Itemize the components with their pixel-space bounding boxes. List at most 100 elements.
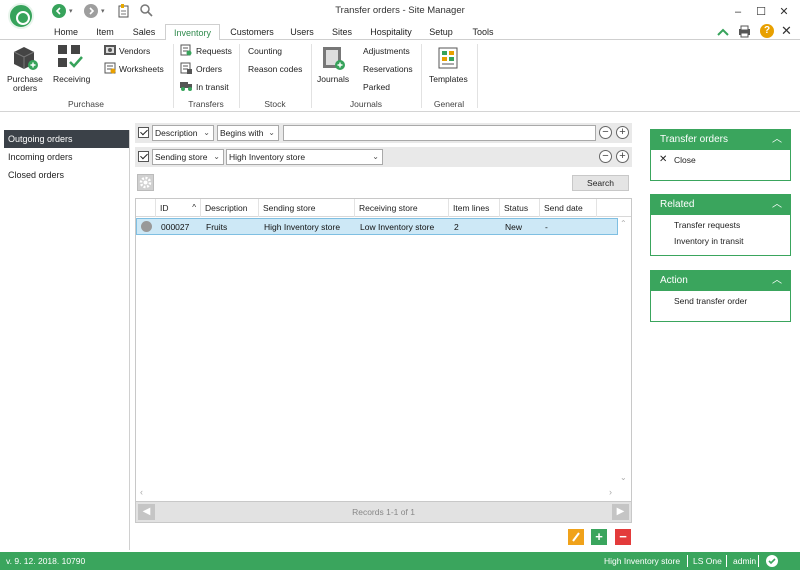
edit-button[interactable] [568, 529, 584, 545]
tab-customers[interactable]: Customers [228, 24, 276, 40]
journals-button-label[interactable]: Journals [317, 74, 349, 84]
scroll-up-icon[interactable]: ⌃ [620, 219, 627, 228]
orders-icon[interactable] [180, 62, 192, 74]
templates-icon[interactable] [436, 45, 462, 71]
tab-setup[interactable]: Setup [426, 24, 456, 40]
column-header-item-lines[interactable]: Item lines [449, 199, 500, 217]
column-header-sending-store[interactable]: Sending store [259, 199, 355, 217]
worksheets-label[interactable]: Worksheets [119, 64, 164, 74]
scroll-left-icon[interactable]: ‹ [140, 487, 143, 497]
filter-row-description: Description ⌄ Begins with ⌄ − + [135, 123, 632, 143]
tab-tools[interactable]: Tools [468, 24, 498, 40]
chevron-up-icon[interactable]: ︿ [772, 130, 782, 150]
add-filter-2-icon[interactable]: + [616, 150, 629, 163]
transfer-orders-panel-header[interactable]: Transfer orders ︿ [651, 130, 790, 150]
tab-item[interactable]: Item [93, 24, 117, 40]
column-header-status[interactable]: Status [500, 199, 540, 217]
parked-label[interactable]: Parked [363, 82, 390, 92]
tab-home[interactable]: Home [52, 24, 80, 40]
horizontal-scrollbar[interactable]: ‹ › [136, 486, 618, 500]
journals-icon[interactable] [320, 45, 346, 71]
table-row[interactable]: 000027 Fruits High Inventory store Low I… [136, 218, 618, 235]
in-transit-icon[interactable] [180, 80, 193, 92]
group-general-label: General [433, 99, 465, 109]
maximize-button[interactable]: ☐ [751, 3, 771, 21]
column-header-receiving-store[interactable]: Receiving store [355, 199, 449, 217]
help-icon[interactable]: ? [760, 24, 774, 38]
vendors-label[interactable]: Vendors [119, 46, 150, 56]
print-icon[interactable] [738, 25, 751, 38]
purchase-orders-icon[interactable] [12, 45, 38, 71]
counting-label[interactable]: Counting [248, 46, 282, 56]
filter-1-value-input[interactable] [283, 125, 596, 141]
requests-label[interactable]: Requests [196, 46, 232, 56]
records-count: Records 1-1 of 1 [352, 507, 415, 517]
next-page-icon[interactable]: ▶ [612, 504, 629, 520]
tab-users[interactable]: Users [287, 24, 317, 40]
column-header-id[interactable]: ID ^ [156, 199, 201, 217]
action-panel: Action ︿ Send transfer order [650, 270, 791, 322]
filter-1-checkbox[interactable] [138, 127, 149, 138]
status-user: admin [733, 556, 757, 566]
inventory-in-transit-link[interactable]: Inventory in transit [651, 233, 790, 249]
tab-hospitality[interactable]: Hospitality [367, 24, 415, 40]
row-indicator-icon [141, 221, 152, 232]
add-button[interactable]: + [591, 529, 607, 545]
tab-sites[interactable]: Sites [328, 24, 356, 40]
action-panel-title: Action [660, 275, 688, 286]
templates-label[interactable]: Templates [429, 74, 468, 84]
send-transfer-order-link[interactable]: Send transfer order [651, 293, 790, 309]
version-label: v. 9. 12. 2018. 10790 [6, 556, 86, 566]
window-title: Transfer orders - Site Manager [335, 5, 465, 16]
receiving-label[interactable]: Receiving [53, 74, 90, 84]
app-logo-icon[interactable] [8, 3, 34, 29]
minimize-button[interactable]: – [728, 3, 748, 21]
sort-ascending-icon: ^ [192, 203, 196, 212]
scroll-down-icon[interactable]: ⌄ [620, 473, 627, 482]
chevron-up-icon[interactable]: ︿ [772, 271, 782, 291]
tab-sales[interactable]: Sales [130, 24, 158, 40]
column-header-send-date[interactable]: Send date [540, 199, 597, 217]
vendors-icon[interactable] [104, 44, 116, 56]
reason-codes-label[interactable]: Reason codes [248, 64, 302, 74]
settings-gear-icon[interactable] [137, 174, 154, 191]
group-journals-label: Journals [349, 99, 383, 109]
vertical-scrollbar[interactable]: ⌃ ⌄ [618, 217, 631, 487]
filter-1-operator-value: Begins with [220, 128, 264, 138]
reservations-label[interactable]: Reservations [363, 64, 413, 74]
nav-closed-orders[interactable]: Closed orders [4, 166, 129, 184]
receiving-icon[interactable] [56, 43, 84, 71]
nav-incoming-orders[interactable]: Incoming orders [4, 148, 129, 166]
chevron-up-icon[interactable]: ︿ [772, 195, 782, 215]
tab-inventory[interactable]: Inventory [165, 24, 220, 41]
scroll-right-icon[interactable]: › [609, 487, 612, 497]
related-panel: Related ︿ Transfer requests Inventory in … [650, 194, 791, 256]
filter-1-operator-select[interactable]: Begins with ⌄ [217, 125, 279, 141]
adjustments-label[interactable]: Adjustments [363, 46, 410, 56]
in-transit-label[interactable]: In transit [196, 82, 229, 92]
transfer-requests-link[interactable]: Transfer requests [651, 217, 790, 233]
column-header-description[interactable]: Description [201, 199, 259, 217]
filter-1-field-select[interactable]: Description ⌄ [152, 125, 214, 141]
related-panel-header[interactable]: Related ︿ [651, 195, 790, 215]
collapse-ribbon-icon[interactable] [716, 25, 730, 39]
action-panel-header[interactable]: Action ︿ [651, 271, 790, 291]
close-tab-icon[interactable]: ✕ [781, 23, 792, 39]
nav-outgoing-orders[interactable]: Outgoing orders [4, 130, 129, 148]
remove-filter-1-icon[interactable]: − [599, 126, 612, 139]
filter-2-checkbox[interactable] [138, 151, 149, 162]
remove-filter-2-icon[interactable]: − [599, 150, 612, 163]
delete-button[interactable]: − [615, 529, 631, 545]
chevron-down-icon: ⌄ [203, 128, 210, 137]
add-filter-1-icon[interactable]: + [616, 126, 629, 139]
filter-2-value-select[interactable]: High Inventory store ⌄ [226, 149, 383, 165]
worksheets-icon[interactable] [104, 62, 116, 74]
filter-2-field-select[interactable]: Sending store ⌄ [152, 149, 224, 165]
purchase-orders-label-2[interactable]: orders [13, 83, 37, 93]
close-window-button[interactable]: ✕ [774, 3, 794, 21]
requests-icon[interactable] [180, 44, 192, 56]
status-store: High Inventory store [604, 556, 681, 566]
orders-label[interactable]: Orders [196, 64, 222, 74]
search-button[interactable]: Search [572, 175, 629, 191]
close-action[interactable]: ✕ Close [651, 152, 790, 168]
